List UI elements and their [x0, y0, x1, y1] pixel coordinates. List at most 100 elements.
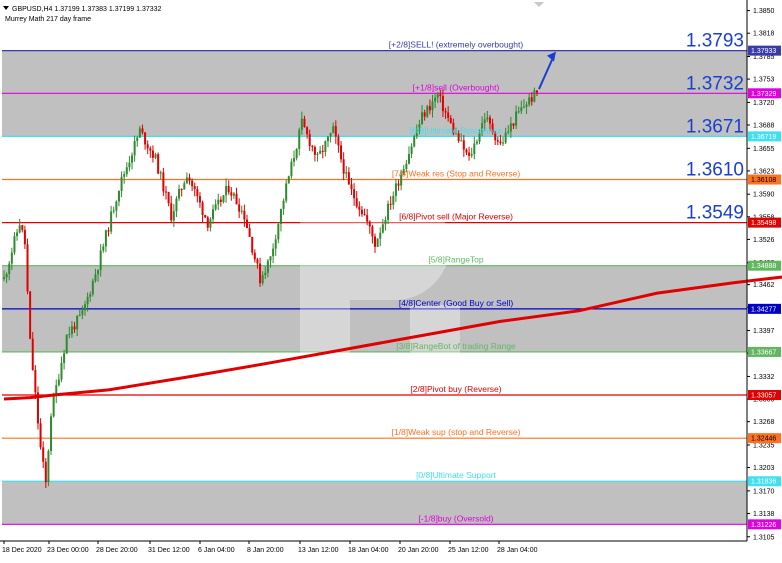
murrey-level-label: [3/8]RangeBot of trading Range — [396, 341, 516, 351]
candle-body — [368, 221, 371, 227]
y-tick-label: 1.3590 — [753, 192, 775, 199]
candle-body — [340, 145, 343, 160]
price-chart[interactable]: [+2/8]SELL! (extremely overbought) [+1/8]… — [0, 0, 782, 558]
candle-body — [536, 90, 538, 93]
murrey-level-label: [8/8]Ultimate Resistance — [410, 125, 502, 135]
x-tick-label: 28 Dec 20:00 — [96, 547, 138, 554]
candle-body — [243, 210, 246, 220]
y-tick-label: 1.3720 — [753, 100, 775, 107]
chart-window[interactable]: [+2/8]SELL! (extremely overbought) [+1/8]… — [0, 0, 782, 558]
x-tick-label: 28 Jan 04:00 — [497, 547, 538, 554]
candle-body — [91, 280, 94, 295]
candle-body — [154, 154, 157, 158]
candle-body — [358, 206, 361, 210]
y-tick-label: 1.3332 — [753, 374, 775, 381]
candle-body — [180, 189, 183, 191]
candle-body — [434, 97, 437, 102]
candle-body — [170, 203, 173, 221]
candle-body — [225, 186, 228, 196]
candle-body — [397, 183, 400, 186]
y-tick-label: 1.3105 — [753, 534, 775, 541]
candle-body — [520, 107, 523, 112]
candle-body — [374, 236, 377, 247]
murrey-level-label: [2/8]Pivot buy (Reverse) — [410, 384, 501, 394]
candle-body — [462, 140, 465, 150]
candle-body — [444, 111, 447, 113]
candle-body — [345, 172, 348, 174]
candle-body — [326, 136, 329, 142]
x-tick-label: 13 Jan 12:00 — [298, 547, 339, 554]
candle-body — [329, 133, 332, 137]
candle-body — [512, 123, 515, 126]
candle-body — [366, 215, 369, 222]
price-tag-label: 1.33667 — [751, 349, 776, 356]
candle-body — [201, 202, 204, 215]
candle-body — [151, 150, 154, 158]
candle-body — [76, 315, 79, 330]
candle-body — [42, 447, 45, 462]
candle-body — [238, 204, 241, 212]
candle-body — [504, 132, 507, 143]
candle-body — [355, 198, 358, 207]
candle-body — [483, 119, 486, 124]
candle-body — [188, 177, 191, 181]
candle-body — [232, 193, 235, 196]
candle-body — [8, 263, 11, 275]
candle-body — [488, 117, 491, 124]
price-tag-label: 1.33057 — [751, 393, 776, 400]
candle-body — [389, 203, 392, 205]
candle-body — [110, 211, 113, 232]
candle-body — [73, 326, 76, 330]
candle-body — [26, 244, 29, 292]
candle-body — [97, 270, 100, 275]
y-tick-label: 1.3526 — [753, 237, 775, 244]
candle-body — [274, 239, 277, 249]
candle-body — [502, 142, 505, 144]
candle-body — [347, 172, 350, 185]
price-tag-label: 1.34277 — [751, 306, 776, 313]
x-tick-label: 20 Jan 20:00 — [398, 547, 439, 554]
murrey-level-label: [6/8]Pivot sell (Major Reverse) — [399, 212, 513, 222]
murrey-level-label: [5/8]RangeTop — [428, 255, 484, 265]
big-price-label: 1.3610 — [686, 160, 744, 181]
y-tick-label: 1.3753 — [753, 77, 775, 84]
x-tick-label: 18 Jan 04:00 — [348, 547, 389, 554]
big-price-label: 1.3671 — [686, 116, 744, 137]
candle-body — [217, 199, 220, 205]
candle-body — [245, 219, 248, 229]
candle-body — [350, 184, 353, 190]
candle-body — [321, 150, 324, 152]
candle-body — [99, 250, 102, 271]
price-tag-label: 1.32446 — [751, 436, 776, 443]
candle-body — [219, 199, 222, 203]
candle-body — [89, 294, 92, 297]
candle-body — [120, 176, 123, 191]
candle-body — [83, 304, 86, 311]
candle-body — [410, 146, 413, 155]
candle-body — [379, 232, 382, 239]
candle-body — [146, 144, 149, 149]
candle-body — [18, 225, 21, 233]
x-tick-label: 6 Jan 04:00 — [198, 547, 235, 554]
candle-body — [172, 211, 175, 221]
candle-body — [285, 183, 288, 201]
candle-body — [81, 310, 84, 315]
y-tick-label: 1.3170 — [753, 488, 775, 495]
y-tick-label: 1.3688 — [753, 123, 775, 130]
candle-body — [60, 362, 63, 380]
candle-body — [468, 152, 471, 156]
candle-body — [261, 274, 264, 284]
candle-body — [342, 159, 345, 174]
candle-body — [279, 208, 282, 224]
candle-body — [447, 112, 450, 118]
candle-body — [128, 162, 131, 168]
candle-body — [178, 189, 181, 199]
candle-body — [209, 219, 212, 228]
price-tag-label: 1.31836 — [751, 479, 776, 486]
candle-body — [300, 118, 303, 130]
candle-body — [204, 214, 207, 218]
candle-body — [507, 131, 510, 133]
candle-body — [206, 217, 209, 228]
candle-body — [50, 416, 53, 451]
candle-body — [470, 154, 473, 156]
